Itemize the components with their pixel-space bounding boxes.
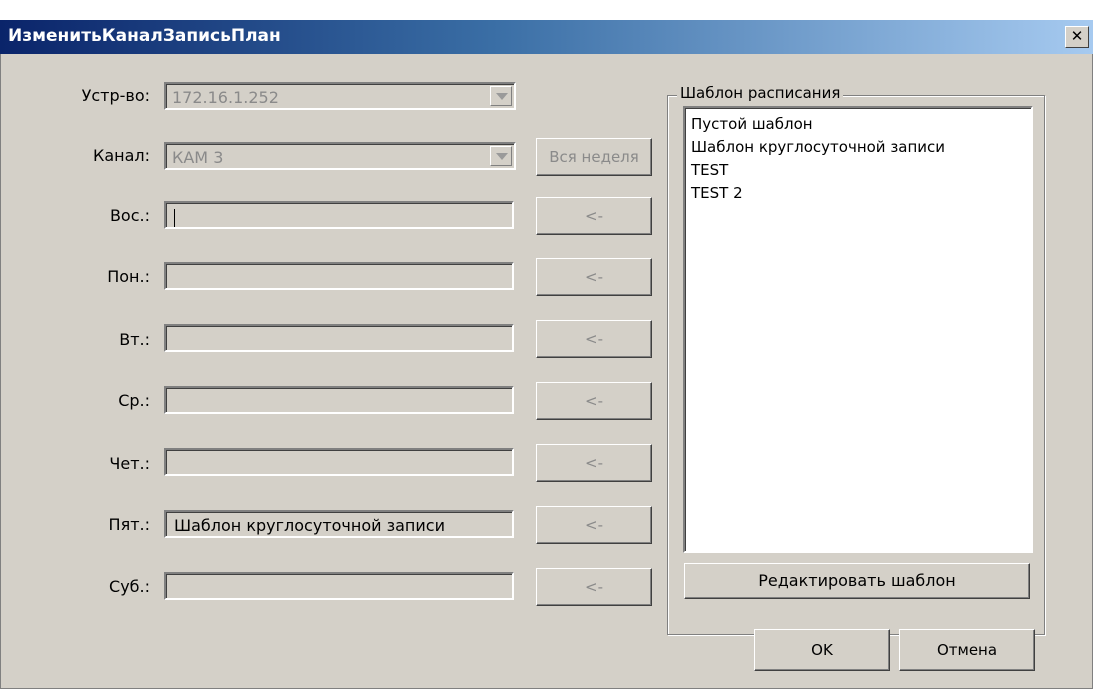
top-strip bbox=[0, 0, 1093, 20]
day-field-fri[interactable]: Шаблон круглосуточной записи bbox=[164, 510, 514, 538]
channel-label: Канал: bbox=[92, 146, 150, 165]
device-label: Устр-во: bbox=[81, 86, 150, 105]
chevron-down-icon[interactable] bbox=[490, 86, 512, 106]
text-caret bbox=[174, 208, 175, 227]
list-item[interactable]: Пустой шаблон bbox=[691, 113, 1025, 136]
cancel-button[interactable]: Отмена bbox=[899, 629, 1035, 671]
whole-week-button[interactable]: Вся неделя bbox=[536, 138, 652, 176]
channel-value: КАМ 3 bbox=[172, 148, 224, 167]
assign-button-thu[interactable]: <- bbox=[536, 444, 652, 482]
day-label-thu: Чет.: bbox=[109, 454, 150, 473]
day-field-mon[interactable] bbox=[164, 262, 514, 290]
ok-button[interactable]: OK bbox=[754, 629, 890, 671]
day-field-wed[interactable] bbox=[164, 386, 514, 414]
day-value-fri: Шаблон круглосуточной записи bbox=[174, 516, 445, 535]
day-label-sat: Суб.: bbox=[109, 577, 150, 596]
assign-button-sun[interactable]: <- bbox=[536, 197, 652, 235]
day-label-mon: Пон.: bbox=[107, 267, 150, 286]
day-label-wed: Ср.: bbox=[118, 391, 150, 410]
template-listbox[interactable]: Пустой шаблон Шаблон круглосуточной запи… bbox=[683, 106, 1033, 553]
day-field-thu[interactable] bbox=[164, 448, 514, 476]
close-button[interactable]: ✕ bbox=[1065, 26, 1089, 48]
edit-template-button[interactable]: Редактировать шаблон bbox=[684, 563, 1030, 599]
channel-combo[interactable]: КАМ 3 bbox=[164, 142, 516, 170]
list-item[interactable]: TEST 2 bbox=[691, 182, 1025, 205]
assign-button-tue[interactable]: <- bbox=[536, 320, 652, 358]
template-group-label: Шаблон расписания bbox=[677, 84, 844, 102]
assign-button-sat[interactable]: <- bbox=[536, 568, 652, 606]
device-value: 172.16.1.252 bbox=[172, 88, 279, 107]
window-title: ИзменитьКаналЗаписьПлан bbox=[8, 26, 281, 46]
day-label-sun: Вос.: bbox=[109, 206, 150, 225]
day-label-fri: Пят.: bbox=[108, 515, 150, 534]
day-field-sat[interactable] bbox=[164, 572, 514, 600]
assign-button-fri[interactable]: <- bbox=[536, 506, 652, 544]
list-item[interactable]: TEST bbox=[691, 159, 1025, 182]
list-item[interactable]: Шаблон круглосуточной записи bbox=[691, 136, 1025, 159]
day-field-sun[interactable] bbox=[164, 201, 514, 229]
assign-button-wed[interactable]: <- bbox=[536, 382, 652, 420]
assign-button-mon[interactable]: <- bbox=[536, 258, 652, 296]
chevron-down-icon[interactable] bbox=[490, 146, 512, 166]
title-bar: ИзменитьКаналЗаписьПлан ✕ bbox=[0, 20, 1093, 54]
device-combo[interactable]: 172.16.1.252 bbox=[164, 82, 516, 110]
day-label-tue: Вт.: bbox=[119, 330, 150, 349]
day-field-tue[interactable] bbox=[164, 324, 514, 352]
